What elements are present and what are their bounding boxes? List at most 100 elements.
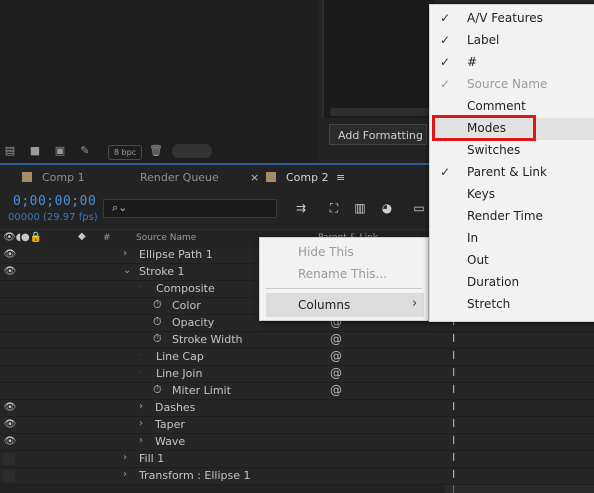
column-option-render-time[interactable]: Render Time <box>467 209 543 223</box>
thumbnail-slider[interactable] <box>172 144 212 158</box>
layer-property-label: Wave <box>155 435 186 448</box>
expand-arrow-icon[interactable]: › <box>123 248 127 259</box>
layer-row[interactable]: · Line Cap @ I <box>0 349 594 366</box>
preview-panel <box>322 0 434 118</box>
expand-arrow-icon[interactable]: › <box>123 469 127 480</box>
context-menu: Hide This Rename This... Columns › <box>259 237 429 321</box>
layer-property-label: Miter Limit <box>172 384 231 397</box>
new-composition-icon[interactable]: ▣ <box>52 144 68 157</box>
stopwatch-icon[interactable]: ⏱ <box>153 383 162 397</box>
keyframe-marker: I <box>452 332 456 345</box>
column-option-stretch[interactable]: Stretch <box>467 297 510 311</box>
column-source-name[interactable]: Source Name <box>136 233 196 243</box>
menu-item-hide-this[interactable]: Hide This <box>298 245 354 259</box>
collapse-arrow-icon[interactable]: ⌄ <box>123 265 131 276</box>
add-formatting-button[interactable]: Add Formatting <box>329 124 427 145</box>
comp-flowchart-icon[interactable]: ⇉ <box>293 201 309 215</box>
menu-item-rename-this[interactable]: Rename This... <box>298 267 387 281</box>
label-swatch <box>22 172 32 182</box>
trash-icon[interactable]: 🗑 <box>148 144 164 157</box>
expand-arrow-icon[interactable]: › <box>139 435 143 446</box>
keyframe-marker: I <box>452 417 456 430</box>
eye-icon[interactable]: 👁 <box>3 402 17 413</box>
column-option-comment[interactable]: Comment <box>467 99 526 113</box>
graph-editor-icon[interactable]: ▭ <box>411 201 427 215</box>
layer-property-label: Taper <box>155 418 185 431</box>
layer-row[interactable]: ⏱ Stroke Width @ I <box>0 332 594 349</box>
column-option-duration[interactable]: Duration <box>467 275 519 289</box>
tab-render-queue[interactable]: Render Queue <box>140 166 219 190</box>
tab-comp1-label: Comp 1 <box>42 171 85 184</box>
column-option-keys[interactable]: Keys <box>467 187 495 201</box>
layer-property-label: Stroke 1 <box>139 265 185 278</box>
tab-comp2[interactable]: Comp 2 <box>266 166 329 190</box>
layer-property-label: Ellipse Path 1 <box>139 248 213 261</box>
brush-icon[interactable]: ✎ <box>77 144 93 157</box>
layer-search-input[interactable] <box>103 199 277 218</box>
checkmark-icon: ✓ <box>440 165 451 179</box>
eye-icon[interactable]: 👁 <box>3 249 17 260</box>
layer-row[interactable]: 👁 › Dashes I <box>0 400 594 417</box>
keyframe-marker: I <box>452 434 456 447</box>
expression-pickwhip-icon[interactable]: @ <box>330 366 342 380</box>
column-option-[interactable]: # <box>467 55 477 69</box>
expression-pickwhip-icon[interactable]: @ <box>330 383 342 397</box>
layer-property-label: Opacity <box>172 316 215 329</box>
expand-arrow-icon[interactable]: › <box>123 452 127 463</box>
stopwatch-icon[interactable]: ⏱ <box>153 332 162 346</box>
bit-depth-button[interactable]: 8 bpc <box>108 145 142 160</box>
tree-dot: · <box>139 367 143 378</box>
column-option-out[interactable]: Out <box>467 253 489 267</box>
column-option-in[interactable]: In <box>467 231 478 245</box>
menu-item-columns[interactable]: Columns <box>298 298 350 312</box>
tab-close-icon[interactable]: × <box>250 166 259 190</box>
expand-arrow-icon[interactable]: › <box>139 401 143 412</box>
current-time-display[interactable]: 0;00;00;00 <box>13 194 96 209</box>
tab-comp2-label: Comp 2 <box>286 171 329 184</box>
layer-row[interactable]: · Line Join @ I <box>0 366 594 383</box>
submenu-arrow-icon: › <box>412 296 418 311</box>
panel-menu-icon[interactable]: ≡ <box>336 166 345 190</box>
tree-dot: · <box>139 282 143 293</box>
search-icon: ⌕⌄ <box>112 201 128 214</box>
expression-pickwhip-icon[interactable]: @ <box>330 332 342 346</box>
column-option-label[interactable]: Label <box>467 33 499 47</box>
stopwatch-icon[interactable]: ⏱ <box>153 315 162 329</box>
keyframe-marker: I <box>452 349 456 362</box>
keyframe-marker: I <box>452 451 456 464</box>
keyframe-marker: I <box>452 468 456 481</box>
horizontal-scrollbar[interactable] <box>330 108 430 116</box>
motion-blur-icon[interactable]: ◕ <box>379 201 395 215</box>
checkmark-icon: ✓ <box>440 11 451 25</box>
layer-property-label: Fill 1 <box>139 452 165 465</box>
new-folder-icon[interactable]: ■ <box>27 144 43 157</box>
frame-blending-icon[interactable]: ▥ <box>352 201 368 215</box>
eye-icon[interactable]: 👁 <box>3 266 17 277</box>
av-features-icons[interactable]: 👁◖●🔒 <box>3 232 42 243</box>
layer-row[interactable]: ⏱ Miter Limit @ I <box>0 383 594 400</box>
eye-toggle-empty[interactable] <box>3 453 15 465</box>
column-option-switches[interactable]: Switches <box>467 143 520 157</box>
column-option-parent-link[interactable]: Parent & Link <box>467 165 547 179</box>
layer-property-label: Stroke Width <box>172 333 243 346</box>
expand-arrow-icon[interactable]: › <box>139 418 143 429</box>
layer-row[interactable]: 👁 › Wave I <box>0 434 594 451</box>
label-column-icon[interactable]: ◆ <box>78 231 86 242</box>
layer-row[interactable]: › Transform : Ellipse 1 I <box>0 468 594 485</box>
eye-icon[interactable]: 👁 <box>3 436 17 447</box>
layer-property-label: Transform : Ellipse 1 <box>139 469 251 482</box>
stopwatch-icon[interactable]: ⏱ <box>153 298 162 312</box>
layer-row[interactable]: › Fill 1 I <box>0 451 594 468</box>
expression-pickwhip-icon[interactable]: @ <box>330 349 342 363</box>
draft-3d-icon[interactable]: ⛶ <box>326 201 342 215</box>
column-hash[interactable]: # <box>103 233 111 243</box>
tab-comp1[interactable]: Comp 1 <box>22 166 85 190</box>
interpret-footage-icon[interactable]: ▤ <box>2 144 18 157</box>
column-option-a-v-features[interactable]: A/V Features <box>467 11 543 25</box>
eye-toggle-empty[interactable] <box>3 470 15 482</box>
column-option-source-name[interactable]: Source Name <box>467 77 547 91</box>
eye-icon[interactable]: 👁 <box>3 419 17 430</box>
layer-property-label: Color <box>172 299 201 312</box>
layer-property-label: Composite <box>156 282 215 295</box>
layer-row[interactable]: 👁 › Taper I <box>0 417 594 434</box>
